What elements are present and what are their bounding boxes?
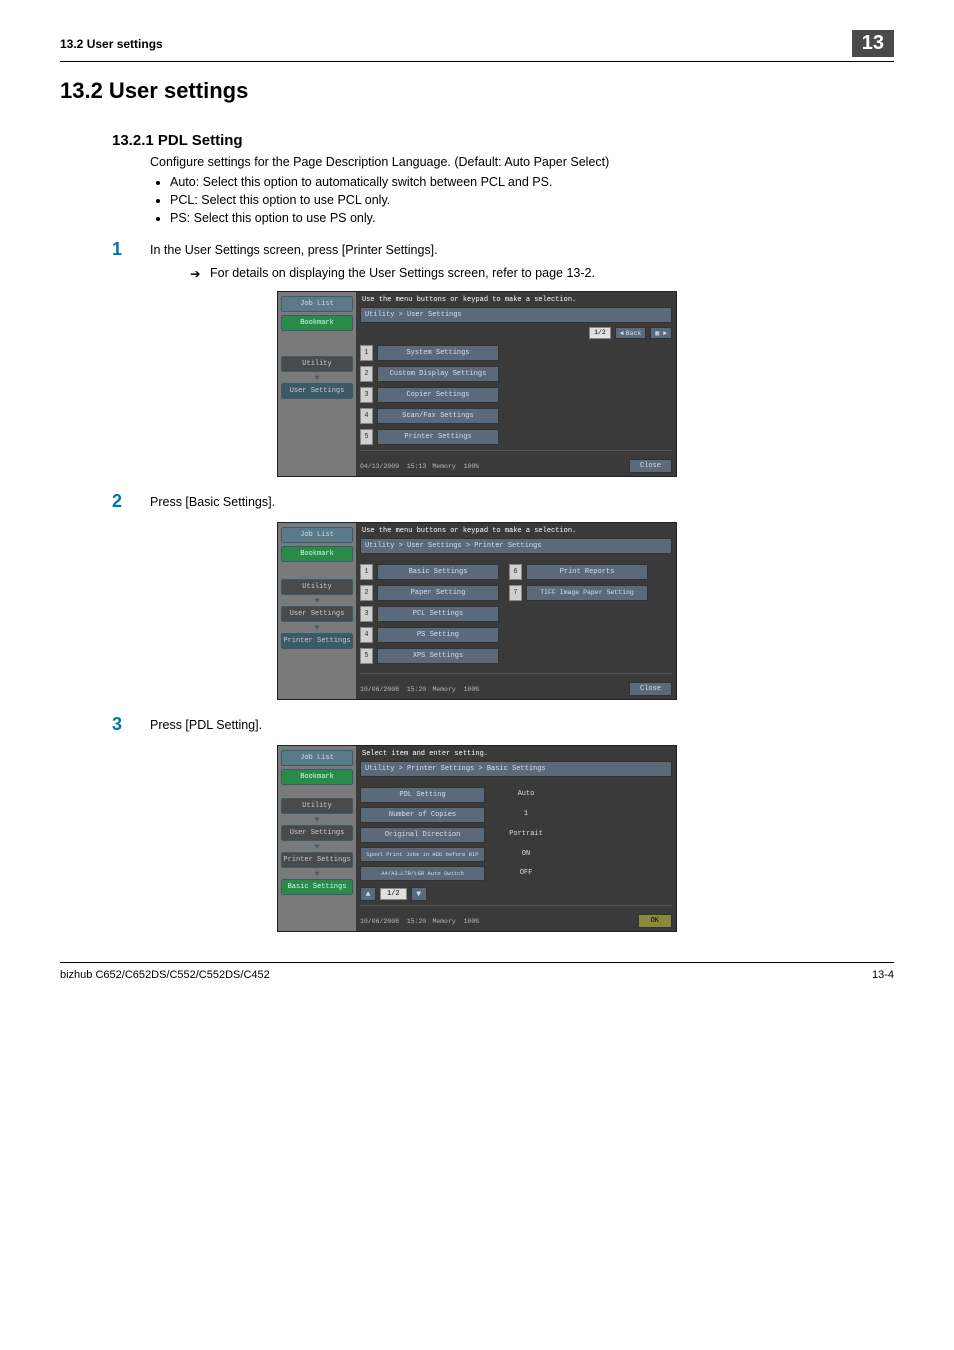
step-number: 1 bbox=[112, 239, 150, 260]
user-settings-crumb[interactable]: User Settings bbox=[281, 383, 353, 399]
down-arrow-icon: ▼ bbox=[281, 871, 353, 879]
step-text: Press [PDL Setting]. bbox=[150, 714, 262, 735]
user-settings-crumb[interactable]: User Settings bbox=[281, 825, 353, 841]
step-1-sub: ➔ For details on displaying the User Set… bbox=[190, 266, 894, 281]
printer-settings-button[interactable]: Printer Settings bbox=[377, 429, 499, 445]
direction-button[interactable]: Original Direction bbox=[360, 827, 485, 843]
step-text: In the User Settings screen, press [Prin… bbox=[150, 239, 438, 260]
step-number: 2 bbox=[112, 491, 150, 512]
autoswitch-value: OFF bbox=[491, 866, 561, 881]
spool-value: ON bbox=[491, 847, 561, 862]
step-3: 3 Press [PDL Setting]. bbox=[112, 714, 894, 735]
copies-value: 1 bbox=[491, 807, 561, 823]
close-button[interactable]: Close bbox=[629, 682, 672, 696]
footer-model: bizhub C652/C652DS/C552/C552DS/C452 bbox=[60, 969, 270, 981]
xps-settings-button[interactable]: XPS Settings bbox=[377, 648, 499, 664]
back-button[interactable]: ◄ Back bbox=[615, 327, 647, 339]
basic-settings-button[interactable]: Basic Settings bbox=[377, 564, 499, 580]
down-arrow-icon: ▼ bbox=[281, 817, 353, 825]
breadcrumb: Utility > User Settings > Printer Settin… bbox=[360, 538, 672, 554]
utility-crumb[interactable]: Utility bbox=[281, 579, 353, 595]
ps-setting-button[interactable]: PS Setting bbox=[377, 627, 499, 643]
breadcrumb: Utility > Printer Settings > Basic Setti… bbox=[360, 761, 672, 777]
main-panel: Use the menu buttons or keypad to make a… bbox=[356, 523, 676, 699]
down-arrow-icon: ▼ bbox=[281, 598, 353, 606]
footer-page: 13-4 bbox=[872, 969, 894, 981]
custom-display-button[interactable]: Custom Display Settings bbox=[377, 366, 499, 382]
step-2: 2 Press [Basic Settings]. bbox=[112, 491, 894, 512]
arrow-icon: ➔ bbox=[190, 266, 210, 281]
tiff-image-button[interactable]: TIFF Image Paper Setting bbox=[526, 585, 648, 601]
bookmark-button[interactable]: Bookmark bbox=[281, 769, 353, 785]
copies-button[interactable]: Number of Copies bbox=[360, 807, 485, 823]
job-list-button[interactable]: Job List bbox=[281, 296, 353, 312]
utility-crumb[interactable]: Utility bbox=[281, 356, 353, 372]
bookmark-button[interactable]: Bookmark bbox=[281, 315, 353, 331]
breadcrumb: Utility > User Settings bbox=[360, 307, 672, 323]
pcl-settings-button[interactable]: PCL Settings bbox=[377, 606, 499, 622]
ok-button[interactable]: OK bbox=[638, 914, 672, 928]
scan-fax-button[interactable]: Scan/Fax Settings bbox=[377, 408, 499, 424]
prompt-text: Use the menu buttons or keypad to make a… bbox=[360, 526, 672, 538]
autoswitch-button[interactable]: A4/A3↔LTR/LGR Auto Switch bbox=[360, 866, 485, 881]
pdl-value: Auto bbox=[491, 787, 561, 803]
screenshot-printer-settings: Job List Bookmark Utility ▼ User Setting… bbox=[277, 522, 677, 700]
pdl-setting-button[interactable]: PDL Setting bbox=[360, 787, 485, 803]
status-bar: 04/13/2009 15:13 Memory 100% Close bbox=[360, 450, 672, 473]
chapter-badge: 13 bbox=[852, 30, 894, 57]
status-bar: 10/06/2008 15:20 Memory 100% Close bbox=[360, 673, 672, 696]
basic-settings-crumb[interactable]: Basic Settings bbox=[281, 879, 353, 895]
page-indicator: 1/2 bbox=[380, 888, 407, 900]
side-column: Job List Bookmark Utility ▼ User Setting… bbox=[278, 746, 356, 931]
user-settings-crumb[interactable]: User Settings bbox=[281, 606, 353, 622]
printer-settings-crumb[interactable]: Printer Settings bbox=[281, 852, 353, 868]
step-number: 3 bbox=[112, 714, 150, 735]
section-title: 13.2 User settings bbox=[60, 78, 894, 104]
utility-crumb[interactable]: Utility bbox=[281, 798, 353, 814]
down-arrow-icon: ▼ bbox=[281, 625, 353, 633]
down-arrow-icon: ▼ bbox=[281, 844, 353, 852]
job-list-button[interactable]: Job List bbox=[281, 527, 353, 543]
down-arrow-icon: ▼ bbox=[281, 375, 353, 383]
bullet-auto: Auto: Select this option to automaticall… bbox=[170, 175, 894, 189]
nav-row: 1/2 ◄ Back ▦ ► bbox=[360, 327, 672, 339]
page-up-button[interactable]: ▲ bbox=[360, 887, 376, 901]
print-reports-button[interactable]: Print Reports bbox=[526, 564, 648, 580]
header-left: 13.2 User settings bbox=[60, 37, 163, 51]
spool-button[interactable]: Spool Print Jobs in HDD before RIP bbox=[360, 847, 485, 862]
copier-settings-button[interactable]: Copier Settings bbox=[377, 387, 499, 403]
job-list-button[interactable]: Job List bbox=[281, 750, 353, 766]
step-text: Press [Basic Settings]. bbox=[150, 491, 275, 512]
side-column: Job List Bookmark Utility ▼ User Setting… bbox=[278, 292, 356, 476]
step-1: 1 In the User Settings screen, press [Pr… bbox=[112, 239, 894, 260]
main-panel: Use the menu buttons or keypad to make a… bbox=[356, 292, 676, 476]
direction-value: Portrait bbox=[491, 827, 561, 843]
printer-settings-crumb[interactable]: Printer Settings bbox=[281, 633, 353, 649]
paper-setting-button[interactable]: Paper Setting bbox=[377, 585, 499, 601]
subsection-title: 13.2.1 PDL Setting bbox=[112, 132, 894, 149]
screenshot-basic-settings: Job List Bookmark Utility ▼ User Setting… bbox=[277, 745, 677, 932]
page-indicator: 1/2 bbox=[589, 327, 611, 339]
bullet-pcl: PCL: Select this option to use PCL only. bbox=[170, 193, 894, 207]
screenshot-user-settings: Job List Bookmark Utility ▼ User Setting… bbox=[277, 291, 677, 477]
option-list: Auto: Select this option to automaticall… bbox=[170, 175, 894, 225]
prompt-text: Use the menu buttons or keypad to make a… bbox=[360, 295, 672, 307]
page-footer: bizhub C652/C652DS/C552/C552DS/C452 13-4 bbox=[60, 962, 894, 981]
page-down-button[interactable]: ▼ bbox=[411, 887, 427, 901]
pager: ▲ 1/2 ▼ bbox=[360, 887, 672, 901]
substep-text: For details on displaying the User Setti… bbox=[210, 266, 595, 281]
forward-button[interactable]: ▦ ► bbox=[650, 327, 672, 339]
bookmark-button[interactable]: Bookmark bbox=[281, 546, 353, 562]
side-column: Job List Bookmark Utility ▼ User Setting… bbox=[278, 523, 356, 699]
bullet-ps: PS: Select this option to use PS only. bbox=[170, 211, 894, 225]
close-button[interactable]: Close bbox=[629, 459, 672, 473]
main-panel: Select item and enter setting. Utility >… bbox=[356, 746, 676, 931]
intro-text: Configure settings for the Page Descript… bbox=[150, 155, 894, 169]
system-settings-button[interactable]: System Settings bbox=[377, 345, 499, 361]
status-bar: 10/06/2008 15:20 Memory 100% OK bbox=[360, 905, 672, 928]
running-header: 13.2 User settings 13 bbox=[60, 30, 894, 62]
prompt-text: Select item and enter setting. bbox=[360, 749, 672, 761]
